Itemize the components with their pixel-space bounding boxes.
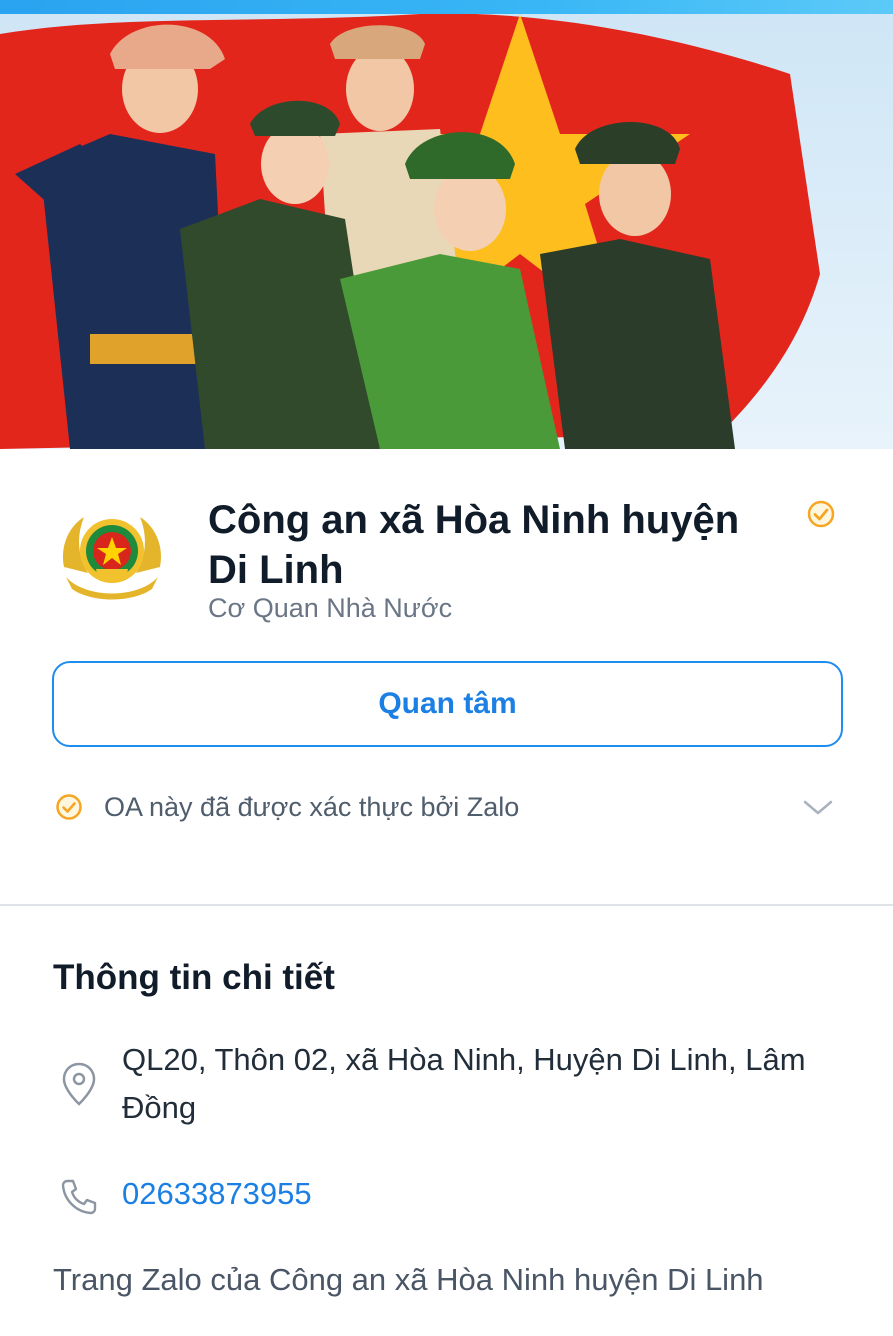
follow-button[interactable]: Quan tâm xyxy=(52,661,843,747)
status-bar-strip xyxy=(0,0,893,14)
address-text: QL20, Thôn 02, xã Hòa Ninh, Huyện Di Lin… xyxy=(122,1042,806,1125)
police-emblem-logo xyxy=(56,507,168,601)
cover-photo xyxy=(0,14,893,449)
verification-row[interactable]: OA này đã được xác thực bởi Zalo xyxy=(52,785,843,829)
phone-number-link[interactable]: 02633873955 xyxy=(122,1176,312,1212)
oa-category: Cơ Quan Nhà Nước xyxy=(208,593,453,623)
verified-badge-icon xyxy=(806,499,836,529)
verification-text: OA này đã được xác thực bởi Zalo xyxy=(104,791,520,822)
oa-name: Công an xã Hòa Ninh huyện Di Linh xyxy=(208,498,740,592)
section-divider xyxy=(0,904,893,906)
location-pin-icon xyxy=(60,1060,98,1108)
cover-illustration xyxy=(0,14,820,449)
oa-description: Trang Zalo của Công an xã Hòa Ninh huyện… xyxy=(53,1262,764,1297)
check-circle-icon xyxy=(54,792,84,822)
chevron-down-icon[interactable] xyxy=(801,795,835,819)
phone-icon xyxy=(58,1176,100,1218)
details-title: Thông tin chi tiết xyxy=(53,958,335,997)
